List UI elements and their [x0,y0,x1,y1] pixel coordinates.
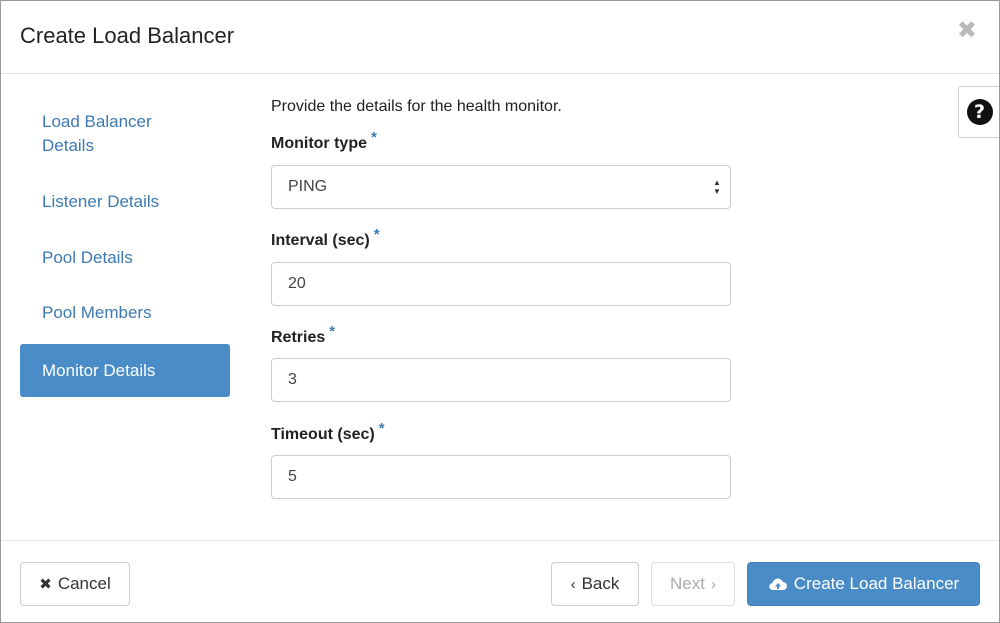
dialog-body: Load Balancer Details Listener Details P… [1,74,999,540]
interval-label-text: Interval (sec) [271,232,370,249]
required-marker: * [371,129,377,146]
timeout-label: Timeout (sec) * [271,420,385,444]
timeout-input[interactable]: 5 [271,455,731,499]
retries-input[interactable]: 3 [271,358,731,402]
nav-item-pool-details[interactable]: Pool Details [20,246,230,270]
monitor-type-value: PING [288,178,328,195]
nav-item-listener-details[interactable]: Listener Details [20,190,230,214]
next-button[interactable]: Next › [651,562,735,606]
create-button-label: Create Load Balancer [793,574,960,593]
close-icon[interactable]: ✖ [957,17,977,45]
chevron-right-icon: › [710,575,716,593]
create-load-balancer-dialog: Create Load Balancer ✖ Load Balancer Det… [0,0,1000,623]
timeout-label-text: Timeout (sec) [271,426,375,443]
create-load-balancer-button[interactable]: Create Load Balancer [747,562,980,606]
back-button-label: Back [581,574,620,593]
retries-label: Retries * [271,323,335,347]
help-button[interactable]: ? [958,86,999,138]
dialog-title: Create Load Balancer [20,23,235,48]
required-marker: * [378,420,385,437]
required-marker: * [329,323,336,340]
interval-input[interactable]: 20 [271,262,731,306]
cancel-button-label: Cancel [57,574,111,593]
dialog-footer: ✖ Cancel ‹ Back Next › Create Load Balan… [1,540,999,622]
chevron-left-icon: ‹ [570,575,576,593]
dialog-header: Create Load Balancer ✖ [1,1,999,74]
cloud-upload-icon [769,578,787,591]
interval-value: 20 [288,275,306,292]
select-updown-icon: ▲ ▼ [713,178,721,196]
monitor-type-select[interactable]: PING ▲ ▼ [271,165,731,209]
cancel-button[interactable]: ✖ Cancel [20,562,130,606]
retries-label-text: Retries [271,329,326,346]
required-marker: * [373,226,380,243]
back-button[interactable]: ‹ Back [551,562,639,606]
nav-item-monitor-details[interactable]: Monitor Details [20,344,230,397]
monitor-type-label: Monitor type * [271,129,377,153]
monitor-type-label-text: Monitor type [271,135,367,152]
nav-item-pool-members[interactable]: Pool Members [20,301,230,325]
question-icon: ? [966,99,993,125]
timeout-value: 5 [288,468,297,485]
retries-value: 3 [288,371,297,388]
close-icon: ✖ [39,576,52,593]
form-intro: Provide the details for the health monit… [271,98,562,115]
nav-item-load-balancer-details[interactable]: Load Balancer Details [20,110,230,158]
next-button-label: Next [670,574,705,593]
interval-label: Interval (sec) * [271,226,380,250]
